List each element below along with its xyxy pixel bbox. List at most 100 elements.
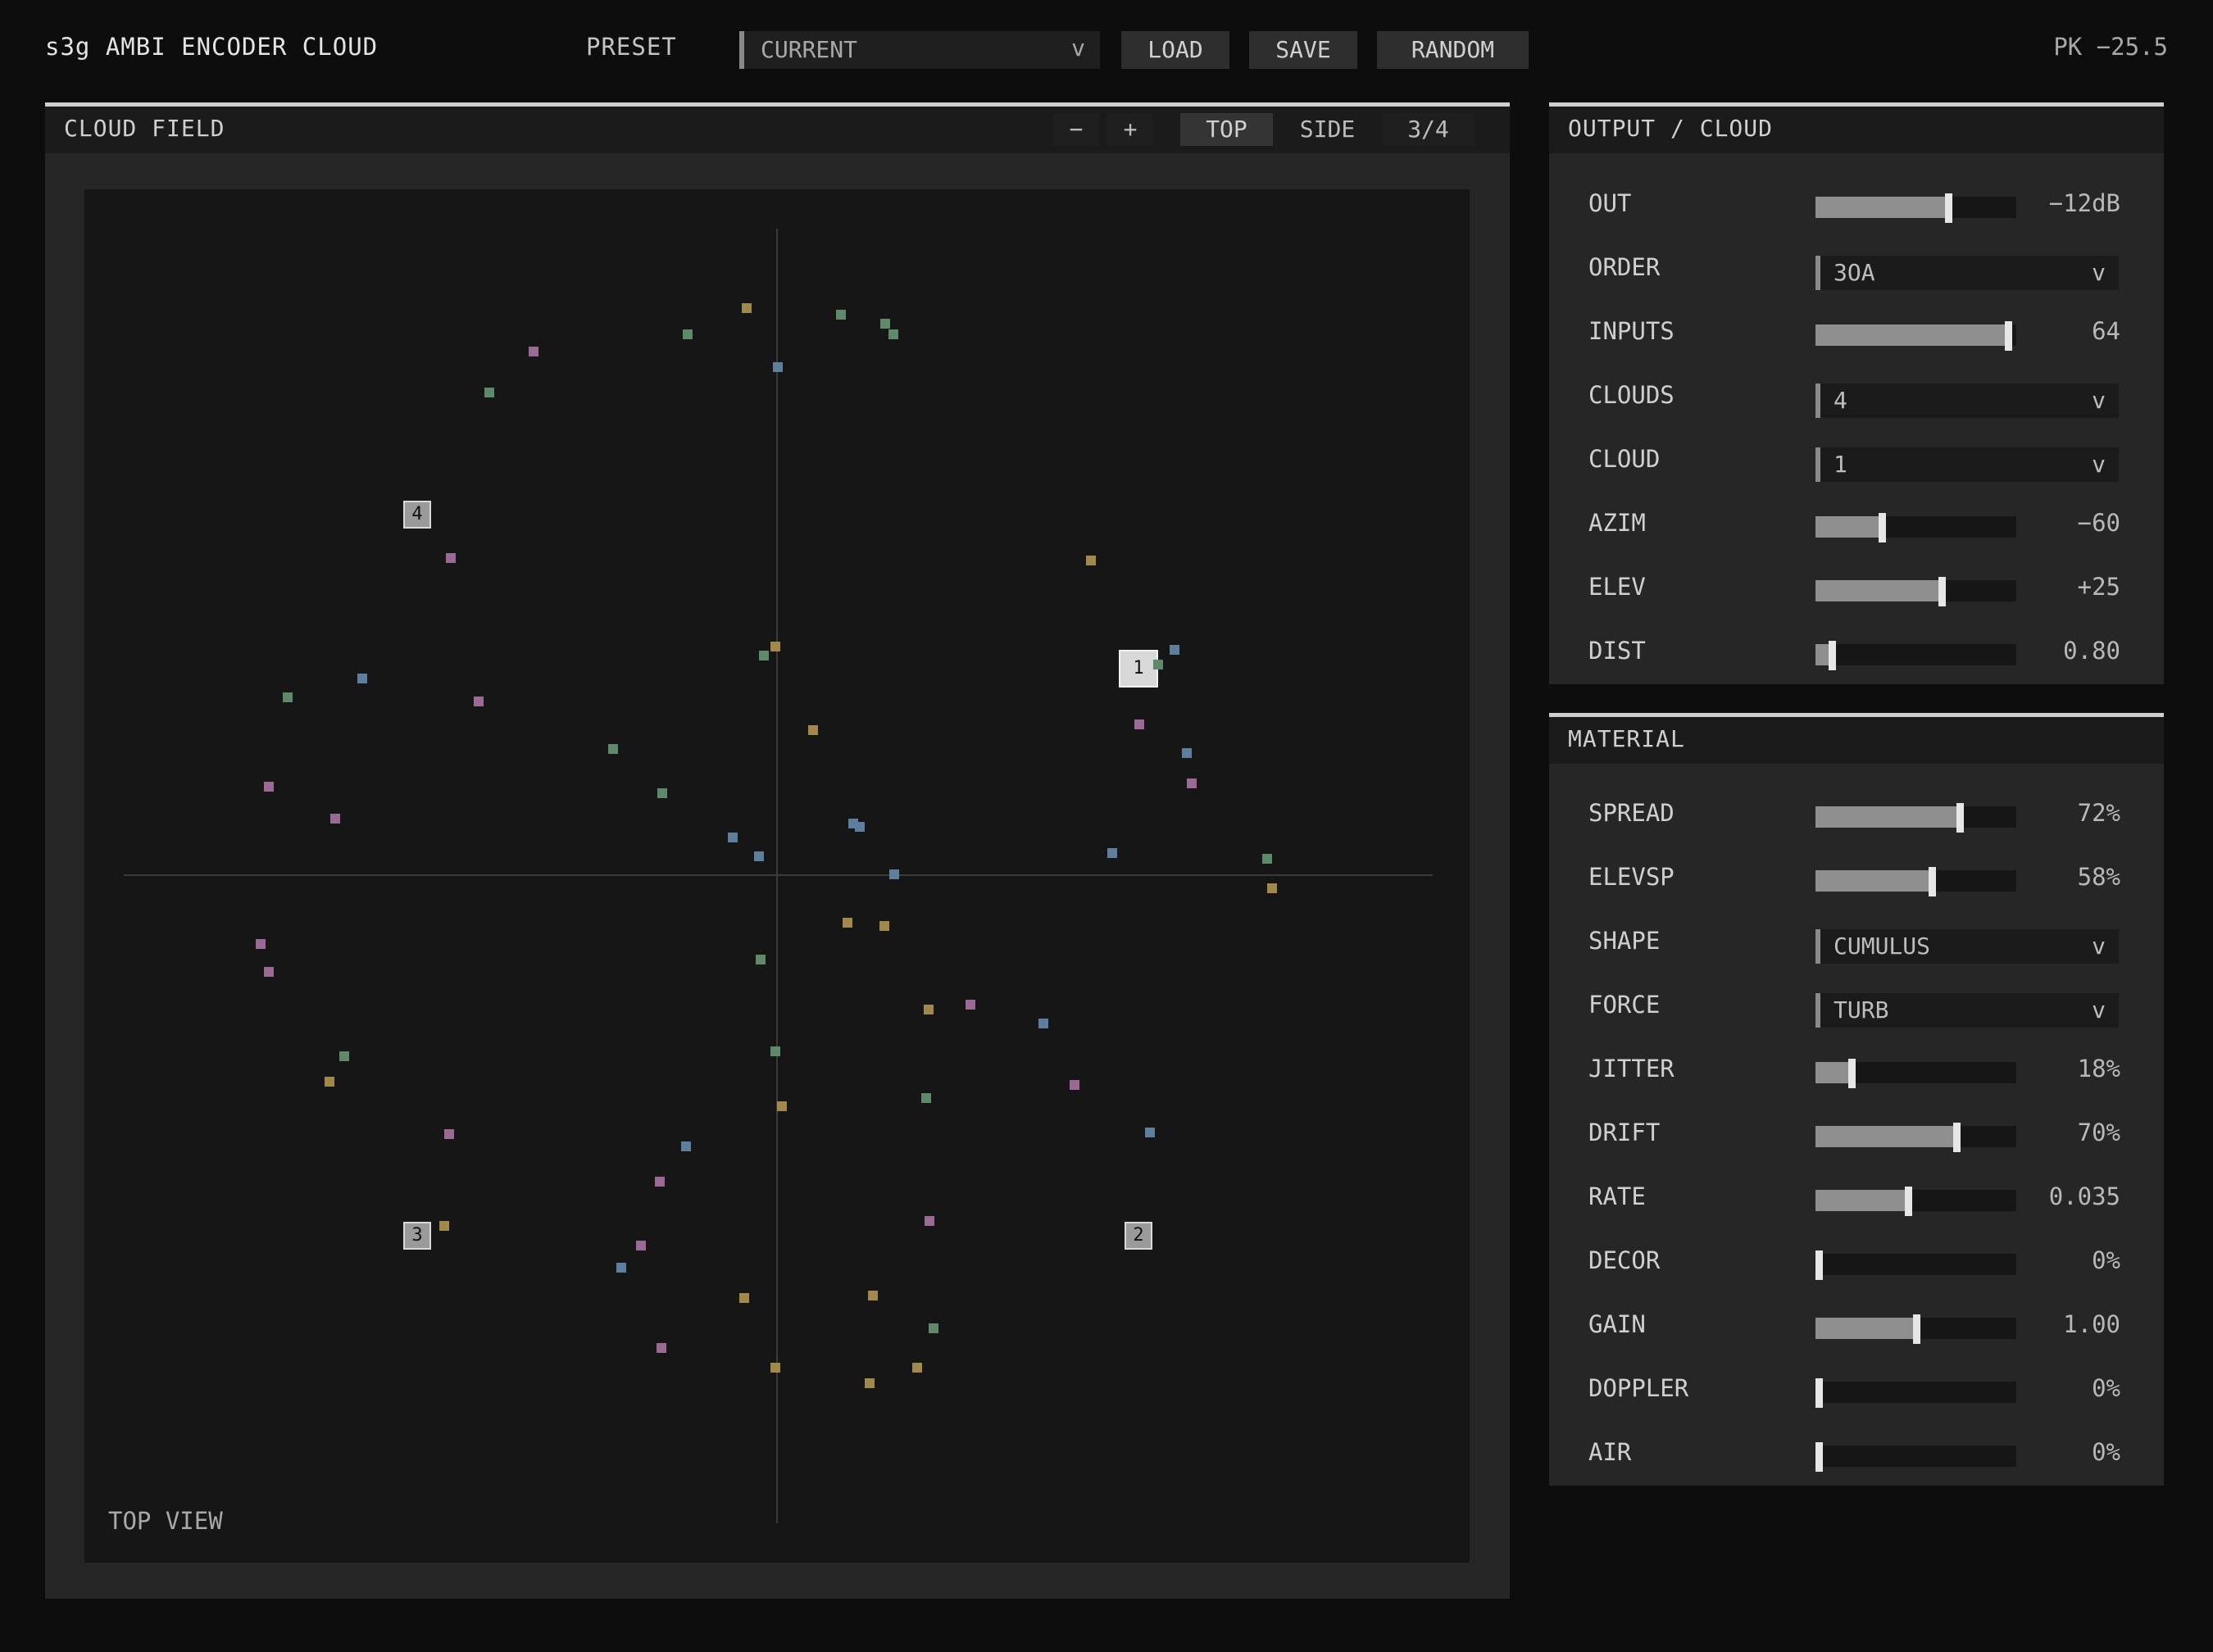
cloud-particle — [446, 553, 456, 563]
dist-slider-handle[interactable] — [1829, 641, 1836, 670]
azim-slider-fill — [1815, 516, 1882, 538]
chevron-down-icon: v — [2092, 387, 2106, 414]
cloud-marker-1[interactable]: 1 — [1119, 650, 1158, 688]
dist-slider[interactable] — [1815, 641, 2016, 670]
elev-slider-handle[interactable] — [1938, 577, 1946, 606]
cloud-particle — [770, 1046, 780, 1056]
cloud-particle — [616, 1263, 626, 1273]
cloud-particle — [325, 1077, 334, 1087]
force-label: FORCE — [1588, 991, 1661, 1019]
cloud-particle — [444, 1129, 454, 1139]
peak-meter-readout: PK −25.5 — [2053, 33, 2168, 61]
cloud-particle — [357, 674, 367, 683]
elevsp-slider-handle[interactable] — [1929, 867, 1936, 896]
decor-label: DECOR — [1588, 1246, 1661, 1274]
azim-slider-handle[interactable] — [1879, 513, 1886, 542]
decor-slider-handle[interactable] — [1815, 1250, 1823, 1280]
load-button[interactable]: LOAD — [1121, 31, 1229, 69]
chevron-down-icon: v — [2092, 259, 2106, 286]
spread-slider-fill — [1815, 806, 1960, 828]
cloud-particle — [921, 1093, 931, 1103]
cloud-particle — [1086, 556, 1096, 565]
preset-select[interactable]: CURRENT v — [739, 31, 1100, 69]
control-row-force: FORCE TURB v — [1549, 988, 2164, 1052]
control-row-decor: DECOR 0% — [1549, 1244, 2164, 1308]
cloud-particle — [1182, 748, 1192, 758]
cloud-particle — [608, 744, 618, 754]
shape-select[interactable]: CUMULUS v — [1815, 929, 2119, 964]
view-three-quarter-tab[interactable]: 3/4 — [1382, 113, 1475, 146]
jitter-slider[interactable] — [1815, 1059, 2016, 1088]
air-value: 0% — [2092, 1438, 2120, 1466]
cloud-particle — [879, 921, 889, 931]
cloud-field-canvas[interactable]: 1 2 3 4 TOP VIEW — [84, 189, 1470, 1563]
rate-slider-handle[interactable] — [1905, 1187, 1912, 1216]
chevron-down-icon: v — [2092, 996, 2106, 1023]
cloud-marker-4[interactable]: 4 — [403, 501, 431, 529]
save-button[interactable]: SAVE — [1249, 31, 1357, 69]
elevsp-slider[interactable] — [1815, 867, 2016, 896]
rate-value: 0.035 — [2048, 1182, 2120, 1210]
out-value: −12dB — [2048, 189, 2120, 217]
gain-value: 1.00 — [2063, 1310, 2120, 1338]
cloud-particle — [855, 822, 865, 832]
force-select[interactable]: TURB v — [1815, 993, 2119, 1028]
cloud-particle — [1145, 1128, 1155, 1137]
elevsp-slider-fill — [1815, 870, 1932, 892]
doppler-slider-handle[interactable] — [1815, 1378, 1823, 1408]
air-slider[interactable] — [1815, 1442, 2016, 1472]
cloud-particle — [681, 1141, 691, 1151]
decor-slider[interactable] — [1815, 1250, 2016, 1280]
cloud-particle — [770, 642, 780, 651]
inputs-slider-handle[interactable] — [2005, 321, 2012, 351]
cloud-particle — [529, 347, 538, 356]
elev-label: ELEV — [1588, 573, 1646, 601]
elev-slider[interactable] — [1815, 577, 2016, 606]
clouds-select-value: 4 — [1834, 387, 1847, 414]
clouds-select[interactable]: 4v — [1815, 384, 2119, 418]
material-panel: MATERIAL SPREAD 72% ELEVSP 58% SHAPE CUMULUS v… — [1549, 713, 2164, 1486]
spread-slider[interactable] — [1815, 803, 2016, 833]
drift-slider[interactable] — [1815, 1123, 2016, 1152]
gain-slider-handle[interactable] — [1913, 1314, 1920, 1344]
rate-slider[interactable] — [1815, 1187, 2016, 1216]
cloud-particle — [655, 1177, 665, 1187]
zoom-out-button[interactable]: − — [1053, 113, 1099, 146]
chevron-down-icon: v — [2092, 451, 2106, 478]
elev-slider-fill — [1815, 580, 1942, 601]
out-label: OUT — [1588, 189, 1632, 217]
cloud-particle — [843, 918, 852, 928]
gain-slider[interactable] — [1815, 1314, 2016, 1344]
out-slider-handle[interactable] — [1945, 193, 1952, 223]
cloud-particle — [1262, 854, 1272, 864]
azim-slider[interactable] — [1815, 513, 2016, 542]
inputs-slider[interactable] — [1815, 321, 2016, 351]
order-select[interactable]: 3OA v — [1815, 256, 2119, 290]
drift-slider-handle[interactable] — [1953, 1123, 1961, 1152]
zoom-in-button[interactable]: + — [1107, 113, 1153, 146]
cloud-particle — [1187, 778, 1197, 788]
cloud-marker-3[interactable]: 3 — [403, 1222, 431, 1250]
random-button[interactable]: RANDOM — [1377, 31, 1529, 69]
control-row-out: OUT −12dB — [1549, 187, 2164, 251]
cloud-select[interactable]: 1v — [1815, 447, 2119, 482]
air-slider-handle[interactable] — [1815, 1442, 1823, 1472]
view-side-tab[interactable]: SIDE — [1281, 113, 1374, 146]
view-top-tab[interactable]: TOP — [1180, 113, 1273, 146]
material-header: MATERIAL — [1549, 717, 2164, 764]
jitter-slider-handle[interactable] — [1848, 1059, 1856, 1088]
jitter-value: 18% — [2077, 1055, 2120, 1082]
inputs-value: 64 — [2092, 317, 2120, 345]
doppler-slider[interactable] — [1815, 1378, 2016, 1408]
control-row-azim: AZIM −60 — [1549, 506, 2164, 570]
force-select-value: TURB — [1834, 996, 1889, 1023]
spread-slider-handle[interactable] — [1956, 803, 1964, 833]
control-row-doppler: DOPPLER 0% — [1549, 1372, 2164, 1436]
cloud-marker-2[interactable]: 2 — [1125, 1222, 1152, 1250]
cloud-select-value: 1 — [1834, 451, 1847, 478]
out-slider[interactable] — [1815, 193, 2016, 223]
cloud-particle — [264, 967, 274, 977]
cloud-particle — [1170, 645, 1179, 655]
cloud-particle — [924, 1005, 934, 1014]
cloud-particle — [808, 725, 818, 735]
